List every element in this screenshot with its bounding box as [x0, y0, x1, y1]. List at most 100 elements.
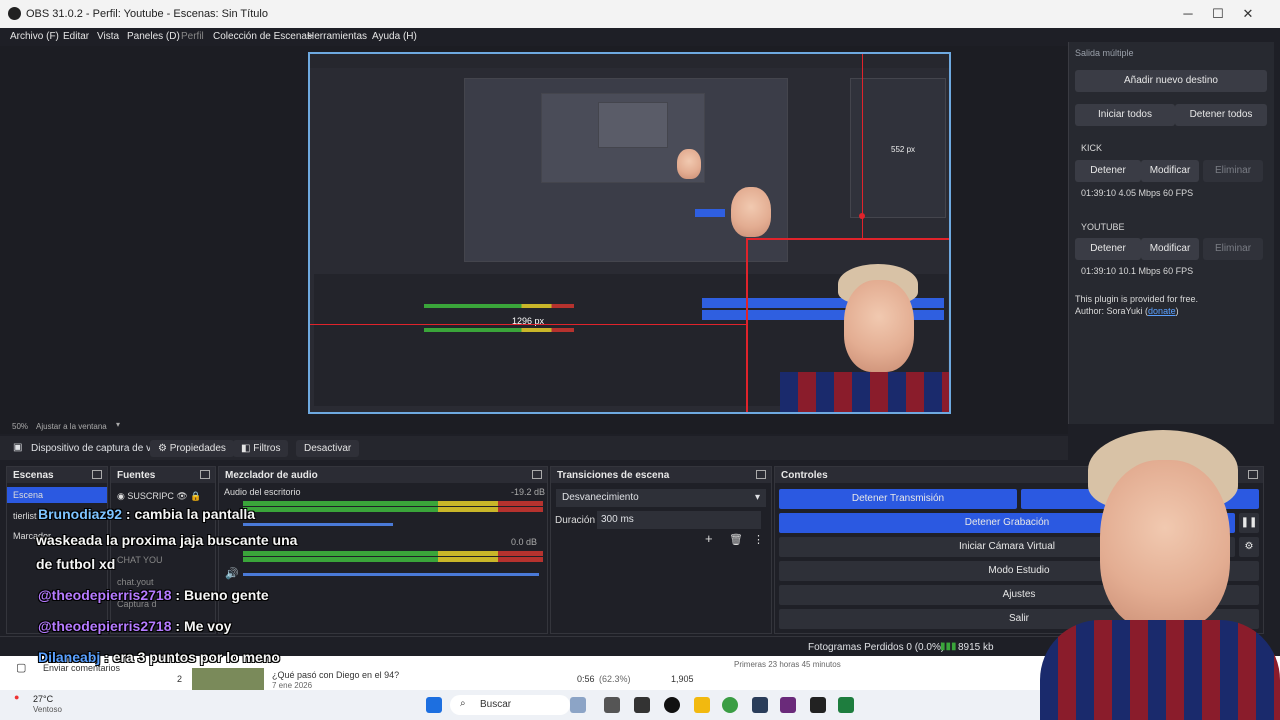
chat-message: Dilaneabj : era 3 puntos por lo meno	[38, 649, 280, 665]
app-icon[interactable]	[752, 697, 768, 713]
kick-delete-button[interactable]: Eliminar	[1203, 160, 1263, 182]
feedback-icon[interactable]: ▢	[16, 661, 26, 674]
app-icon[interactable]	[634, 697, 650, 713]
visibility-icon[interactable]: 👁	[176, 491, 187, 501]
signal-icon: ▮▮▮	[940, 641, 957, 652]
more-icon[interactable]: ⋮	[753, 533, 764, 546]
app-icon[interactable]	[780, 697, 796, 713]
youtube-delete-button[interactable]: Eliminar	[1203, 238, 1263, 260]
explorer-icon[interactable]	[694, 697, 710, 713]
video-percent: (62.3%)	[599, 674, 631, 684]
webcam-jersey	[1040, 620, 1280, 720]
menu-vista[interactable]: Vista	[97, 31, 119, 42]
target-kick-name: KICK	[1081, 143, 1103, 153]
chat-message: @theodepierris2718 : Me voy	[38, 618, 231, 634]
menu-coleccion[interactable]: Colección de Escenas	[213, 31, 312, 42]
preview-canvas[interactable]: 552 px 1296 px	[308, 52, 951, 414]
filter-icon: ◧	[241, 443, 254, 454]
scene-item[interactable]: Escena	[7, 487, 107, 503]
video-duration: 0:56	[577, 674, 595, 684]
nested-obs-menu	[310, 54, 949, 68]
duration-input[interactable]: 300 ms	[597, 511, 761, 529]
plugin-author: Author: SoraYuki (donate)	[1075, 306, 1179, 316]
kick-edit-button[interactable]: Modificar	[1141, 160, 1199, 182]
add-target-button[interactable]: Añadir nuevo destino	[1075, 70, 1267, 92]
chat-text: waskeada la proxima jaja buscante una	[36, 532, 298, 548]
dock-float-icon[interactable]	[92, 470, 102, 479]
properties-button[interactable]: ⚙ Propiedades	[150, 440, 234, 457]
menu-ayuda[interactable]: Ayuda (H)	[372, 31, 417, 42]
chat-message: @theodepierris2718 : Bueno gente	[38, 587, 269, 603]
menu-perfil[interactable]: Perfil	[181, 31, 204, 42]
zoom-level: 50%	[12, 422, 29, 431]
video-views: 1,905	[671, 674, 694, 684]
obs-taskbar-icon[interactable]	[664, 697, 680, 713]
properties-label: Propiedades	[169, 443, 226, 454]
menu-editar[interactable]: Editar	[63, 31, 89, 42]
trash-icon[interactable]: 🗑	[729, 533, 743, 546]
multi-output-dock: Salida múltiple Añadir nuevo destino Ini…	[1068, 42, 1274, 424]
nested-meter-2	[424, 328, 574, 332]
chat-username: Dilaneabj	[38, 649, 101, 665]
stop-stream-button[interactable]: Detener Transmisión	[779, 489, 1017, 509]
chevron-down-icon: ▾	[754, 492, 760, 503]
add-transition-icon[interactable]: +	[705, 531, 713, 546]
weather-temp[interactable]: 27°C	[33, 694, 53, 704]
kick-stop-button[interactable]: Detener	[1075, 160, 1141, 182]
donate-link[interactable]: donate	[1148, 306, 1176, 316]
target-youtube-name: YOUTUBE	[1081, 222, 1125, 232]
chat-username: Brunodiaz92	[38, 506, 123, 522]
window-title: OBS 31.0.2 - Perfil: Youtube - Escenas: …	[26, 8, 268, 20]
lock-icon[interactable]: 🔒	[190, 491, 201, 501]
window-titlebar: OBS 31.0.2 - Perfil: Youtube - Escenas: …	[0, 0, 1280, 28]
search-label: Buscar	[480, 699, 512, 710]
chat-text: : era 3 puntos por lo meno	[100, 649, 280, 665]
menu-paneles[interactable]: Paneles (D)	[127, 31, 180, 42]
app-icon[interactable]	[810, 697, 826, 713]
selected-source-name: Dispositivo de captura de v	[31, 443, 152, 454]
stop-all-button[interactable]: Detener todos	[1175, 104, 1267, 126]
menu-herramientas[interactable]: Herramientas	[307, 31, 367, 42]
kick-stats: 01:39:10 4.05 Mbps 60 FPS	[1081, 188, 1194, 198]
nested-multi-output: 552 px	[850, 78, 946, 218]
deactivate-button[interactable]: Desactivar	[296, 440, 360, 457]
measure-label-552: 552 px	[891, 145, 916, 154]
chat-message: Brunodiaz92 : cambia la pantalla	[38, 506, 255, 522]
resize-handle-top[interactable]	[859, 213, 865, 219]
transition-select[interactable]: Desvanecimiento ▾	[556, 489, 766, 507]
bitrate: 8915 kb	[958, 642, 994, 653]
youtube-edit-button[interactable]: Modificar	[1141, 238, 1199, 260]
author-suffix: )	[1175, 306, 1179, 316]
selection-top	[746, 238, 949, 240]
zoom-dropdown-icon[interactable]: ▾	[116, 420, 120, 429]
preview-jersey	[780, 372, 949, 412]
dock-float-icon[interactable]	[532, 470, 542, 479]
nested-face-medium	[731, 187, 771, 237]
filters-button[interactable]: ◧ Filtros	[233, 440, 289, 457]
chat-text: : Bueno gente	[171, 587, 269, 603]
dock-float-icon[interactable]	[200, 470, 210, 479]
author-prefix: Author: SoraYuki (	[1075, 306, 1149, 316]
source-type-icon: ◉	[117, 491, 128, 501]
close-button[interactable]: ✕	[1228, 4, 1268, 24]
menu-archivo[interactable]: Archivo (F)	[10, 31, 59, 42]
weather-desc: Ventoso	[33, 705, 62, 714]
taskview-icon[interactable]	[570, 697, 586, 713]
youtube-stop-button[interactable]: Detener	[1075, 238, 1141, 260]
transition-selected: Desvanecimiento	[562, 492, 639, 503]
chrome-icon[interactable]	[722, 697, 738, 713]
row-number: 2	[177, 674, 183, 684]
excel-icon[interactable]	[838, 697, 854, 713]
mixer-header: Mezclador de audio	[219, 467, 547, 483]
chat-message: de futbol xd	[36, 556, 115, 572]
source-item[interactable]: ◉ SUSCRIPC 👁 🔒	[117, 491, 202, 502]
app-icon[interactable]	[604, 697, 620, 713]
windows-start-icon[interactable]	[426, 697, 442, 713]
dock-float-icon[interactable]	[756, 470, 766, 479]
sources-header: Fuentes	[111, 467, 215, 483]
zoom-fit[interactable]: Ajustar a la ventana	[36, 422, 107, 431]
taskbar-search[interactable]: ⌕ Buscar	[450, 695, 570, 715]
start-all-button[interactable]: Iniciar todos	[1075, 104, 1175, 126]
duration-label: Duración	[555, 515, 596, 526]
plugin-note: This plugin is provided for free.	[1075, 294, 1199, 304]
